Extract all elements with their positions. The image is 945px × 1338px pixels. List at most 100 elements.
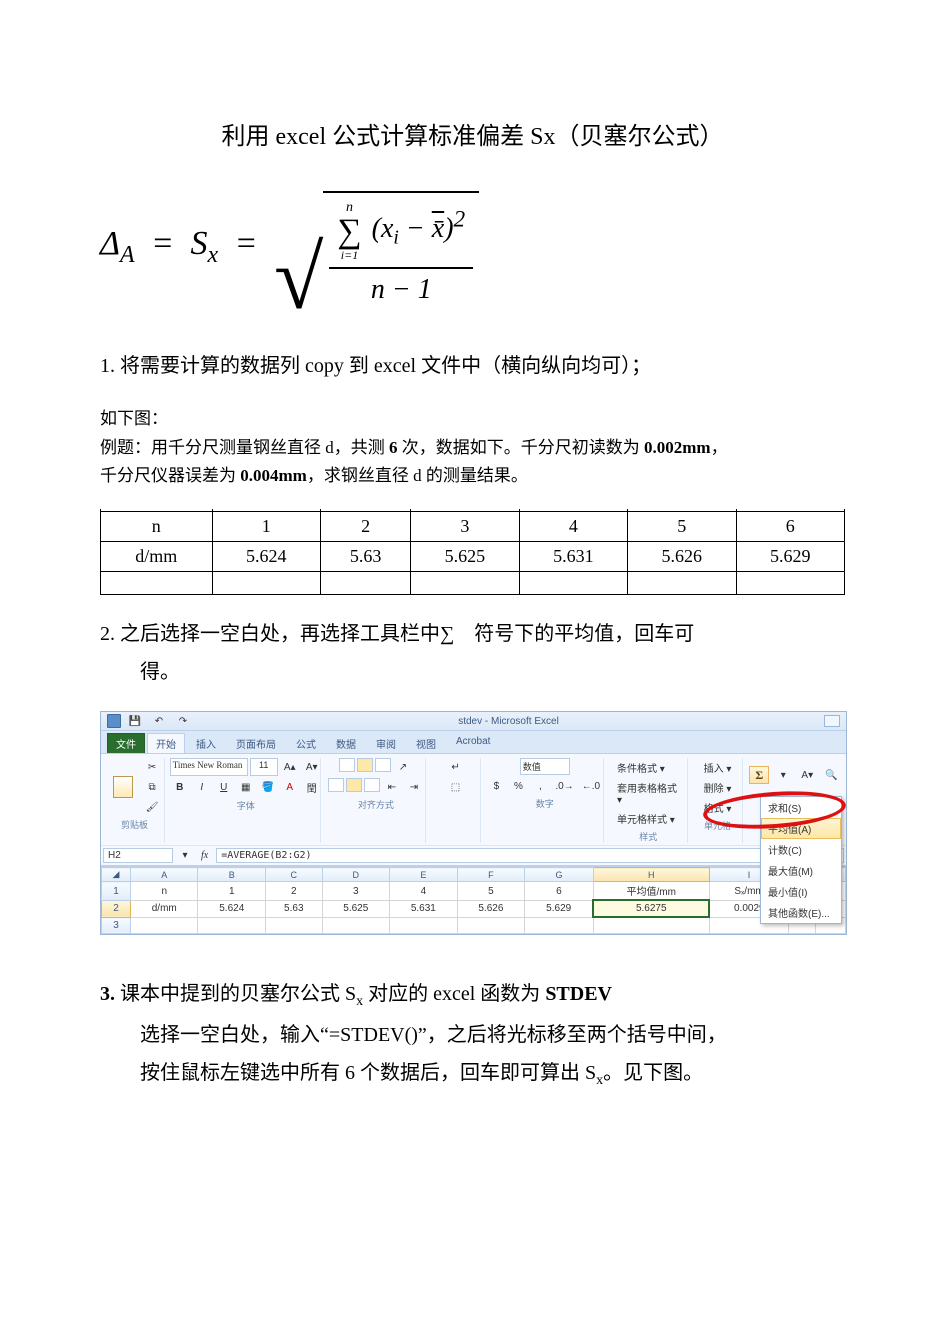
tab-home[interactable]: 开始 — [147, 733, 185, 753]
cell[interactable] — [198, 917, 266, 934]
cell[interactable] — [322, 917, 390, 934]
align-left-icon[interactable] — [328, 778, 344, 792]
indent-decrease-icon[interactable]: ⇤ — [382, 778, 402, 796]
cell[interactable]: 3 — [322, 882, 390, 901]
number-format-select[interactable]: 数值 — [520, 758, 570, 775]
wrap-text-icon[interactable]: ↵ — [446, 758, 466, 776]
row-header[interactable]: 3 — [102, 917, 131, 934]
paste-button[interactable] — [107, 769, 139, 805]
undo-icon[interactable]: ↶ — [149, 712, 169, 730]
tab-insert[interactable]: 插入 — [187, 733, 225, 753]
cell[interactable]: 6 — [525, 882, 594, 901]
tab-formulas[interactable]: 公式 — [287, 733, 325, 753]
autosum-average[interactable]: 平均值(A) — [761, 818, 841, 839]
col-header[interactable]: D — [322, 868, 390, 882]
cell[interactable]: 5.625 — [322, 900, 390, 917]
italic-icon[interactable]: I — [192, 778, 212, 797]
cell[interactable]: 4 — [390, 882, 458, 901]
increase-font-icon[interactable]: A▴ — [280, 758, 300, 776]
autosum-count[interactable]: 计数(C) — [761, 839, 841, 860]
format-cells-button[interactable]: 格式 ▾ — [701, 798, 735, 817]
tab-review[interactable]: 审阅 — [367, 733, 405, 753]
tab-file[interactable]: 文件 — [107, 733, 145, 753]
autosum-other[interactable]: 其他函数(E)... — [761, 902, 841, 923]
fx-icon[interactable]: fx — [195, 850, 214, 861]
align-top-icon[interactable] — [339, 758, 355, 772]
name-box-dropdown-icon[interactable]: ▾ — [175, 847, 195, 865]
orientation-icon[interactable]: ↗ — [393, 758, 413, 776]
cell[interactable] — [457, 917, 525, 934]
font-name-select[interactable]: Times New Roman — [170, 758, 248, 776]
cell[interactable]: 5.629 — [525, 900, 594, 917]
autosum-max[interactable]: 最大值(M) — [761, 860, 841, 881]
autosum-sum[interactable]: 求和(S) — [761, 797, 841, 818]
cell[interactable]: 5.63 — [266, 900, 323, 917]
select-all-corner[interactable]: ◢ — [102, 868, 131, 882]
currency-icon[interactable]: $ — [486, 777, 506, 795]
cell[interactable] — [390, 917, 458, 934]
font-size-select[interactable]: 11 — [250, 758, 278, 776]
cell[interactable] — [131, 917, 198, 934]
decrease-font-icon[interactable]: A▾ — [302, 758, 322, 776]
insert-cells-button[interactable]: 插入 ▾ — [701, 758, 735, 777]
autosum-min[interactable]: 最小值(I) — [761, 881, 841, 902]
cut-icon[interactable]: ✂ — [142, 758, 162, 776]
cell[interactable]: d/mm — [131, 900, 198, 917]
phonetic-icon[interactable]: 閏 — [302, 778, 322, 797]
underline-icon[interactable]: U — [214, 778, 234, 797]
cell[interactable]: 5.631 — [390, 900, 458, 917]
formula-input[interactable]: =AVERAGE(B2:G2) — [216, 848, 844, 863]
col-header[interactable]: G — [525, 868, 594, 882]
format-as-table-button[interactable]: 套用表格格式 ▾ — [614, 778, 683, 808]
fill-color-icon[interactable]: 🪣 — [258, 778, 278, 797]
percent-icon[interactable]: % — [508, 777, 528, 795]
conditional-format-button[interactable]: 条件格式 ▾ — [614, 758, 668, 777]
cell[interactable]: 平均值/mm — [593, 882, 709, 901]
increase-decimal-icon[interactable]: .0→ — [552, 777, 576, 795]
delete-cells-button[interactable]: 删除 ▾ — [701, 778, 735, 797]
cell[interactable] — [593, 917, 709, 934]
col-header[interactable]: C — [266, 868, 323, 882]
merge-center-icon[interactable]: ⬚ — [446, 778, 466, 796]
border-icon[interactable]: ▦ — [236, 778, 256, 797]
find-select-icon[interactable]: 🔍 — [821, 766, 841, 784]
cell[interactable]: n — [131, 882, 198, 901]
tab-data[interactable]: 数据 — [327, 733, 365, 753]
cell[interactable]: 5.624 — [198, 900, 266, 917]
comma-icon[interactable]: , — [530, 777, 550, 795]
decrease-decimal-icon[interactable]: ←.0 — [579, 777, 603, 795]
cell[interactable] — [525, 917, 594, 934]
row-header-selected[interactable]: 2 — [102, 900, 131, 917]
tab-view[interactable]: 视图 — [407, 733, 445, 753]
save-icon[interactable]: 💾 — [125, 712, 145, 730]
redo-icon[interactable]: ↷ — [173, 712, 193, 730]
copy-icon[interactable]: ⧉ — [142, 778, 162, 796]
autosum-dropdown-icon[interactable]: ▾ — [773, 766, 793, 784]
minimize-icon[interactable] — [824, 715, 840, 727]
indent-increase-icon[interactable]: ⇥ — [404, 778, 424, 796]
cell[interactable]: 1 — [198, 882, 266, 901]
col-header[interactable]: B — [198, 868, 266, 882]
align-center-icon[interactable] — [346, 778, 362, 792]
cell-styles-button[interactable]: 单元格样式 ▾ — [614, 809, 678, 828]
col-header[interactable]: F — [457, 868, 525, 882]
tab-page-layout[interactable]: 页面布局 — [227, 733, 285, 753]
tab-acrobat[interactable]: Acrobat — [447, 733, 499, 753]
cell[interactable]: 5.626 — [457, 900, 525, 917]
align-right-icon[interactable] — [364, 778, 380, 792]
sort-filter-icon[interactable]: A▾ — [797, 766, 817, 784]
format-painter-icon[interactable]: 🖌 — [142, 798, 162, 816]
col-header[interactable]: A — [131, 868, 198, 882]
row-header[interactable]: 1 — [102, 882, 131, 901]
col-header[interactable]: E — [390, 868, 458, 882]
col-header-selected[interactable]: H — [593, 868, 709, 882]
name-box[interactable]: H2 — [103, 848, 173, 863]
bold-icon[interactable]: B — [170, 778, 190, 797]
selected-cell[interactable]: 5.6275 — [593, 900, 709, 917]
cell[interactable]: 5 — [457, 882, 525, 901]
font-color-icon[interactable]: A — [280, 778, 300, 797]
cell[interactable]: 2 — [266, 882, 323, 901]
autosum-button[interactable]: Σ — [749, 766, 769, 784]
cell[interactable] — [266, 917, 323, 934]
align-middle-icon[interactable] — [357, 758, 373, 772]
